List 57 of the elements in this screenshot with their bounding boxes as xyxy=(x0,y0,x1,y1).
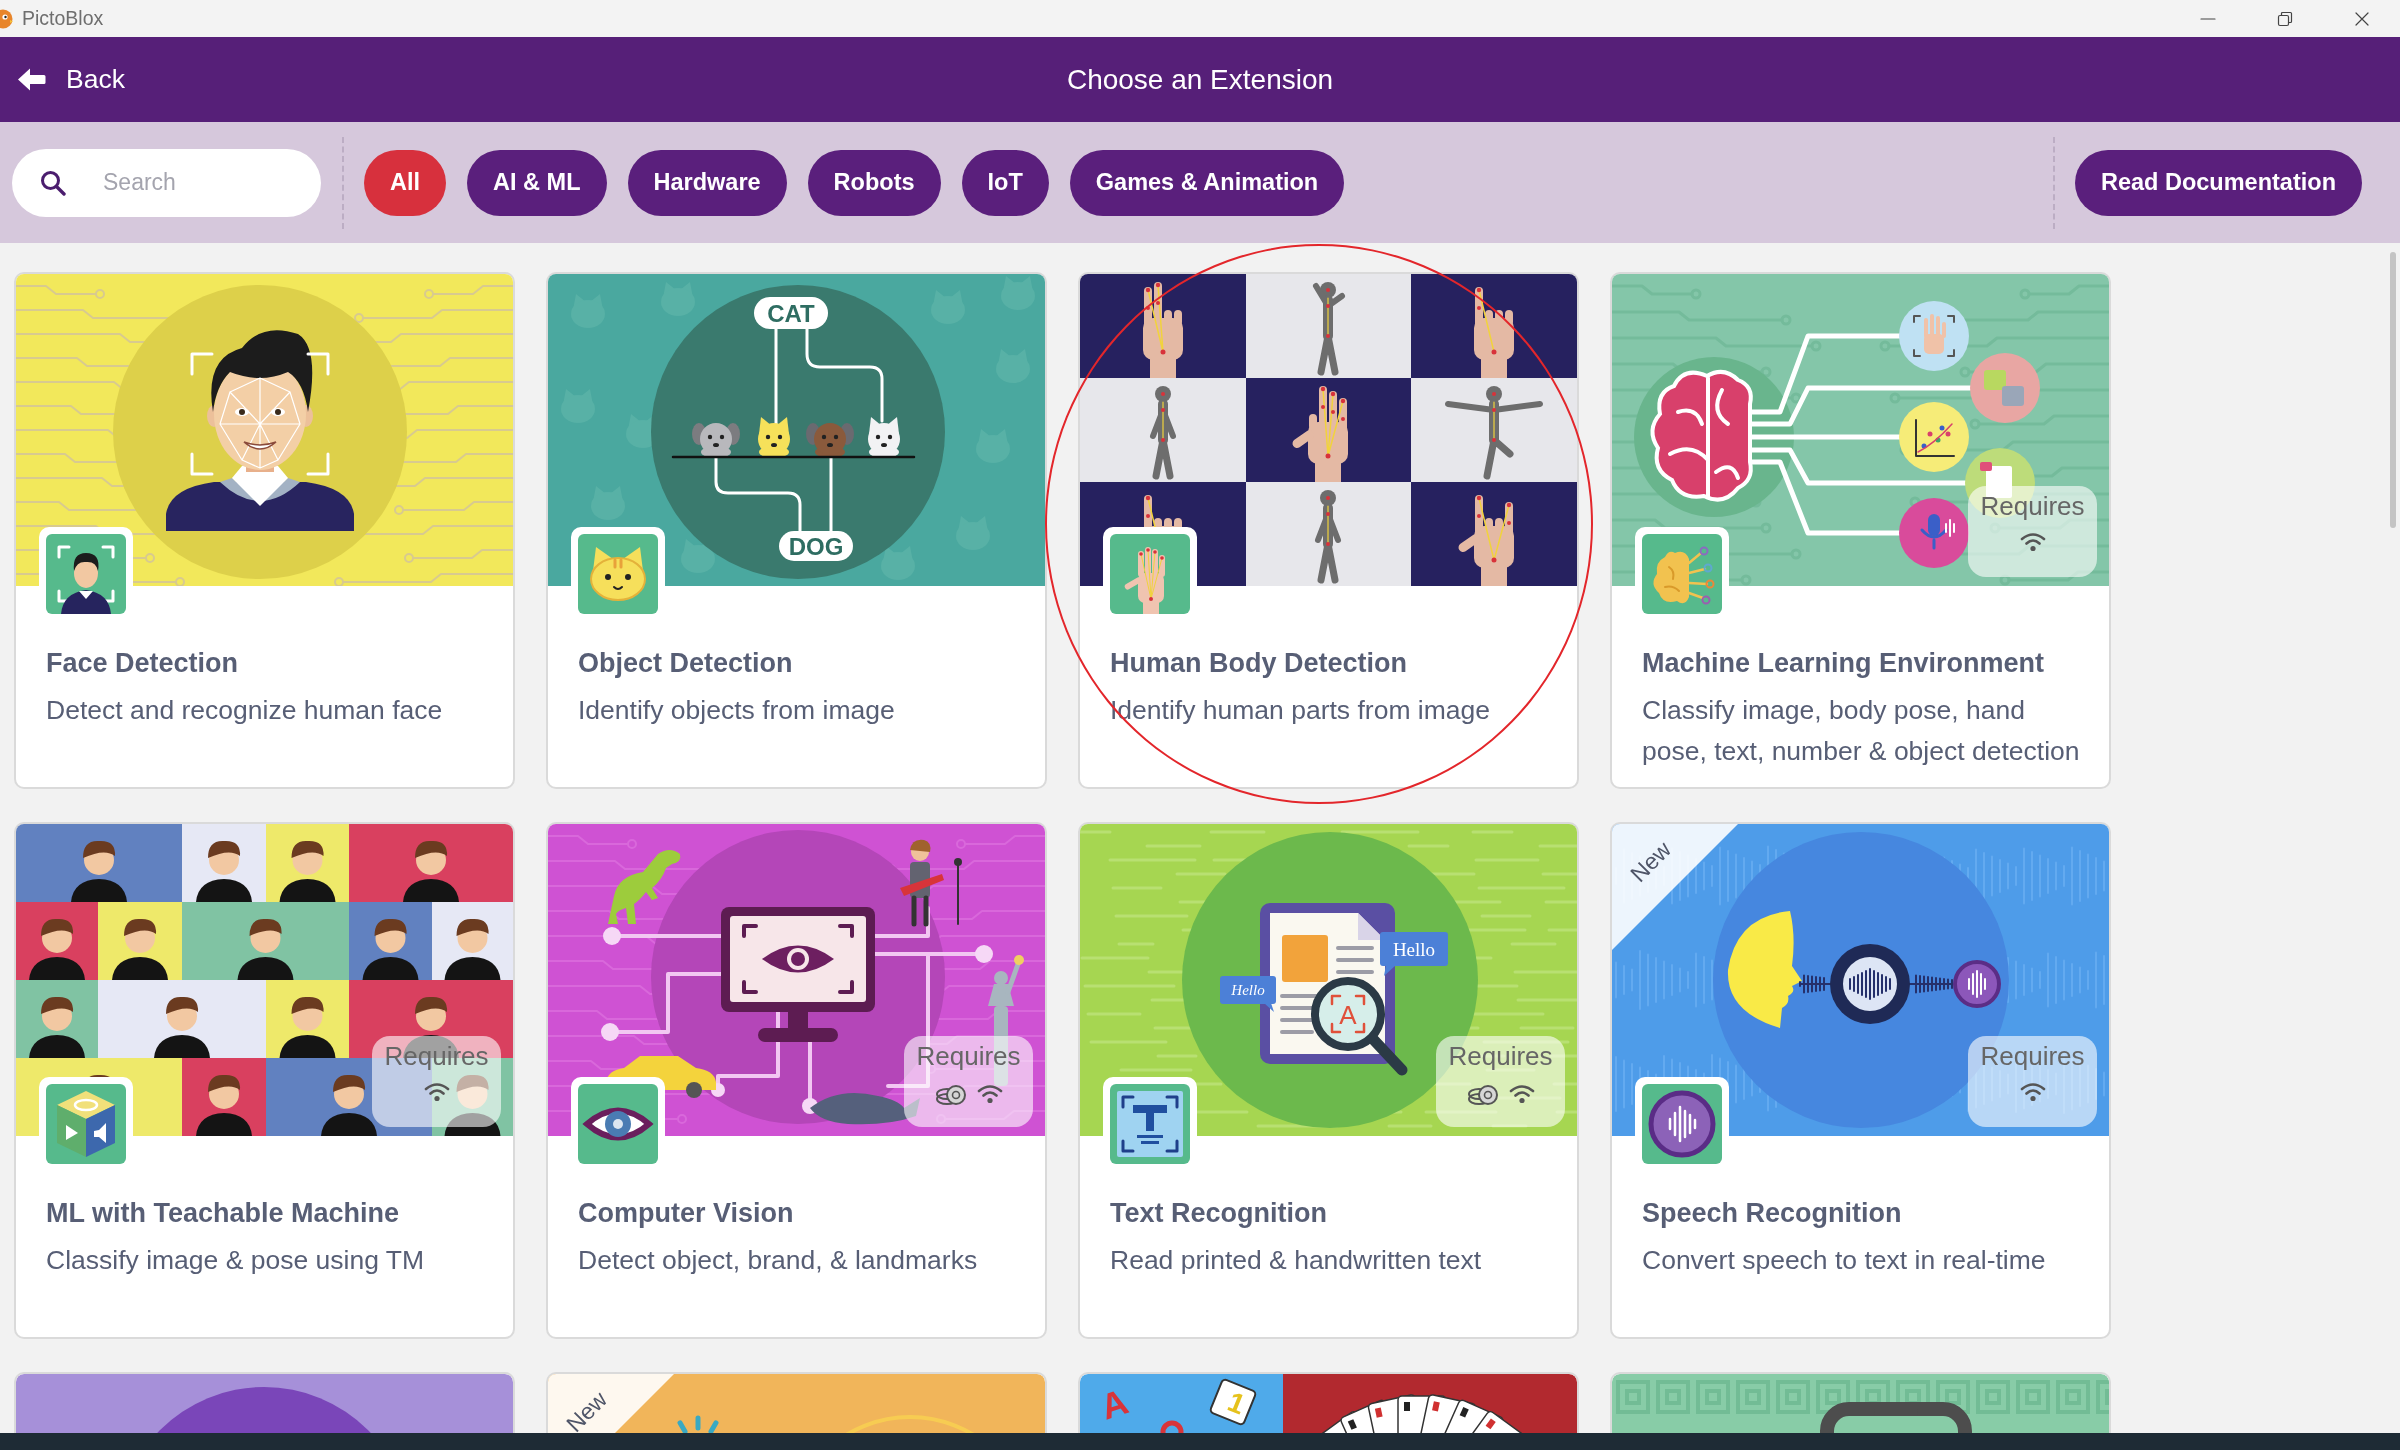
card-title: Face Detection xyxy=(46,647,240,679)
coins-icon xyxy=(934,1082,967,1106)
card-description: Classify image & pose using TM xyxy=(46,1244,426,1277)
extension-card[interactable]: CAT DOG Object Detection Identify objects from image xyxy=(546,272,1047,789)
card-description: Identify objects from image xyxy=(578,694,896,727)
requires-label: Requires xyxy=(916,1041,1021,1071)
search-field[interactable]: Search xyxy=(12,148,321,217)
category-filter[interactable]: Hardware xyxy=(627,149,787,216)
card-title: Machine Learning Environment xyxy=(1642,647,2046,679)
category-filter[interactable]: All xyxy=(364,149,447,216)
documentation-button[interactable]: Read Documentation xyxy=(2074,149,2362,216)
card-title: Text Recognition xyxy=(1110,1197,1328,1229)
illustration-label: Hello xyxy=(1231,982,1265,998)
illustration-label: 1 xyxy=(1223,1385,1250,1421)
illustration-label: DOG xyxy=(788,533,844,560)
card-title: ML with Teachable Machine xyxy=(46,1197,401,1229)
coins-icon xyxy=(1466,1082,1499,1106)
illustration-label: A xyxy=(1339,1000,1357,1030)
card-title: Computer Vision xyxy=(578,1197,795,1229)
card-description: Detect and recognize human face xyxy=(46,694,444,727)
illustration-label: Hello xyxy=(1392,939,1436,960)
illustration-label: A xyxy=(1095,1380,1133,1428)
wifi-icon xyxy=(1508,1084,1535,1104)
search-icon xyxy=(40,169,66,196)
illustration-label: CAT xyxy=(767,300,815,327)
card-title: Speech Recognition xyxy=(1642,1197,1903,1229)
window-title: PictoBlox xyxy=(22,7,104,30)
extension-card[interactable]: Requires ML with Teachable Machine Classify image & pose using TM xyxy=(14,822,515,1339)
page-title: Choose an Extension xyxy=(1066,63,1334,96)
close-icon xyxy=(2353,10,2370,27)
wifi-icon xyxy=(2019,532,2046,552)
card-description: Convert speech to text in real-time xyxy=(1642,1244,2047,1277)
extension-card[interactable]: Requires Machine Learning Environment Classify image, body pose, hand pose, text, number & object detection xyxy=(1610,272,2111,789)
requires-label: Requires xyxy=(1448,1041,1553,1071)
back-button[interactable]: Back xyxy=(0,64,125,95)
category-filter[interactable]: IoT xyxy=(961,149,1049,216)
left-arrow-icon xyxy=(17,67,46,92)
wifi-icon xyxy=(2019,1082,2046,1102)
wifi-icon xyxy=(976,1084,1003,1104)
requires-label: Requires xyxy=(1980,1041,2085,1071)
wifi-icon xyxy=(423,1082,450,1102)
scrollbar-thumb[interactable] xyxy=(2390,252,2396,528)
category-filter[interactable]: Robots xyxy=(807,149,941,216)
category-filter[interactable]: Games & Animation xyxy=(1069,149,1345,216)
extension-card[interactable]: Face Detection Detect and recognize human face xyxy=(14,272,515,789)
extension-card[interactable]: Requires Computer Vision Detect object, brand, & landmarks xyxy=(546,822,1047,1339)
category-filter[interactable]: AI & ML xyxy=(467,149,607,216)
extension-card[interactable]: A Hello Hello Requires Text Recognition Read printed & handwritten text xyxy=(1078,822,1579,1339)
card-title: Human Body Detection xyxy=(1110,647,1409,679)
card-title: Object Detection xyxy=(578,647,794,679)
card-description: Classify image, body pose, hand pose, text, number & object detection xyxy=(1642,694,2081,768)
restore-icon xyxy=(2276,10,2293,27)
requires-label: Requires xyxy=(1980,491,2085,521)
card-description: Detect object, brand, & landmarks xyxy=(578,1244,979,1277)
minimize-icon xyxy=(2199,17,2216,20)
requires-label: Requires xyxy=(384,1041,489,1071)
card-description: Read printed & handwritten text xyxy=(1110,1244,1483,1277)
